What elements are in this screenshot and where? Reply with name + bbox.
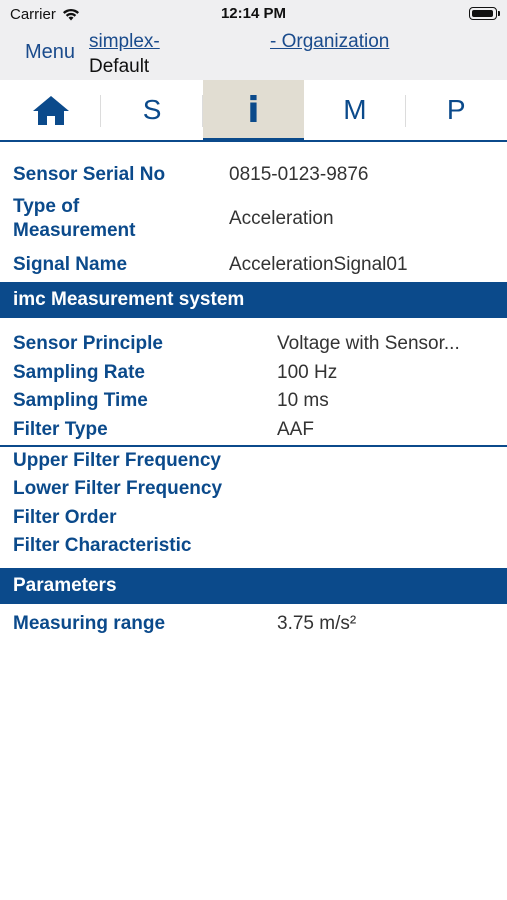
status-time: 12:14 PM (220, 5, 287, 22)
type-value: Acceleration (229, 208, 334, 229)
measuring-range-value: 3.75 m/s² (277, 613, 357, 634)
tab-bar: S i M P (0, 80, 507, 142)
sampling-rate-value: 100 Hz (277, 362, 338, 383)
sensor-principle-label: Sensor Principle (13, 333, 163, 354)
tab-p-label: P (446, 94, 466, 125)
upper-filter-frequency-label: Upper Filter Frequency (13, 450, 221, 471)
battery-icon (469, 7, 500, 20)
organization-link[interactable]: - Organization (270, 31, 389, 53)
tab-m-label: M (343, 94, 367, 125)
sensor-principle-value: Voltage with Sensor... (277, 333, 460, 354)
tab-s-label: S (142, 94, 162, 125)
signal-name-value: AccelerationSignal01 (229, 254, 408, 275)
filter-characteristic-label: Filter Characteristic (13, 535, 192, 556)
tab-p[interactable]: P (406, 80, 507, 140)
sensor-serial-label: Sensor Serial No (13, 164, 166, 185)
tab-home[interactable] (0, 80, 102, 140)
sampling-time-value: 10 ms (277, 390, 329, 411)
type-label-line1: Type of (13, 196, 80, 217)
sensor-serial-value: 0815-0123-9876 (229, 164, 369, 185)
imc-section-header: imc Measurement system (0, 282, 507, 318)
signal-name-label: Signal Name (13, 254, 128, 275)
tab-info-label: i (247, 89, 260, 131)
filter-type-value: AAF (277, 419, 314, 440)
sampling-time-label: Sampling Time (13, 390, 148, 411)
filter-order-label: Filter Order (13, 507, 117, 528)
tab-info[interactable]: i (202, 80, 305, 142)
nav-subtitle: Default (89, 56, 150, 77)
lower-filter-frequency-label: Lower Filter Frequency (13, 478, 223, 499)
parameters-section-header: Parameters (0, 568, 507, 604)
top-header: Carrier 12:14 PM Menu simplex- Default -… (0, 0, 507, 80)
tab-s[interactable]: S (101, 80, 203, 140)
filter-divider (0, 445, 507, 447)
tab-m[interactable]: M (304, 80, 406, 140)
home-icon (32, 96, 69, 125)
simplex-link[interactable]: simplex- (89, 31, 160, 53)
menu-button[interactable]: Menu (25, 41, 75, 64)
sampling-rate-label: Sampling Rate (13, 362, 145, 383)
type-label-line2: Measurement (13, 220, 136, 241)
filter-type-label: Filter Type (13, 419, 108, 440)
measuring-range-label: Measuring range (13, 613, 166, 634)
